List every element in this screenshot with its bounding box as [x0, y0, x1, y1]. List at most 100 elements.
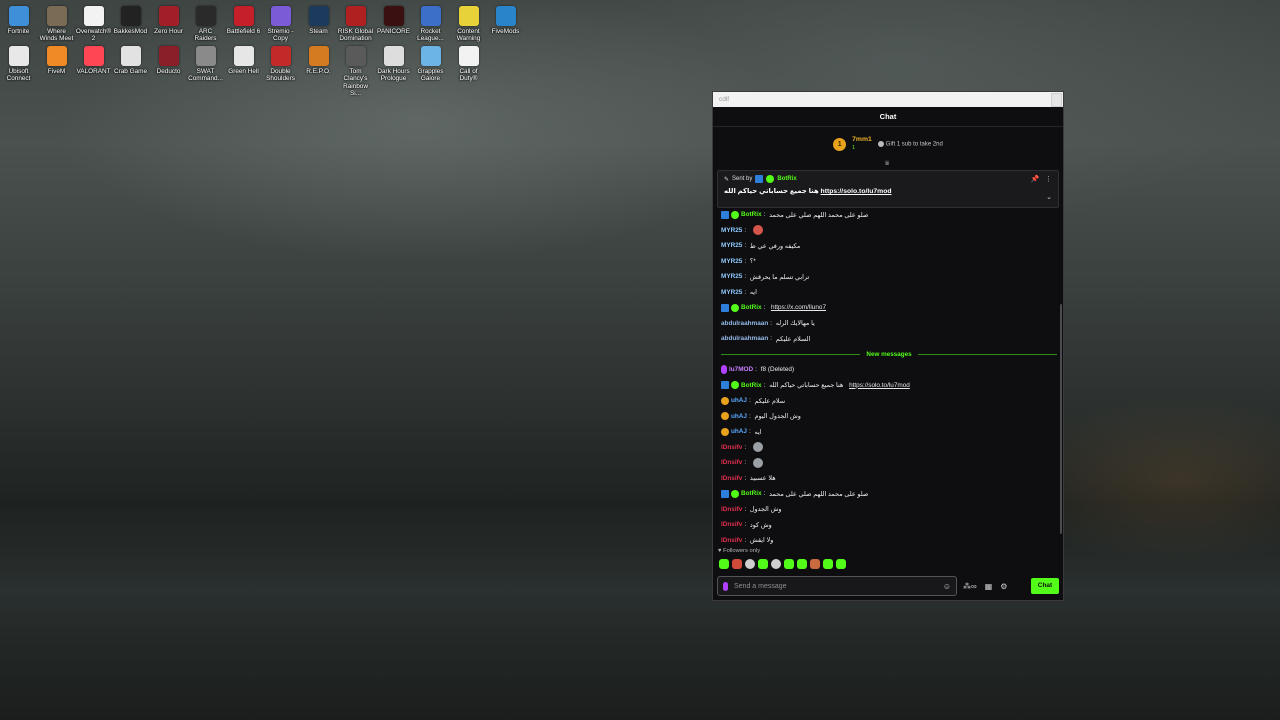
pinned-author[interactable]: BotRix: [777, 176, 796, 182]
desktop-shortcut[interactable]: PANICORE: [375, 4, 412, 35]
chat-message: lDnsifv: هلا عسبيد: [721, 474, 776, 483]
desktop-shortcut[interactable]: Content Warning: [450, 4, 487, 43]
pinned-message[interactable]: ✎ Sent by BotRix هنا جميع حساباتي حياكم …: [717, 170, 1059, 208]
desktop-shortcut[interactable]: Where Winds Meet: [38, 4, 75, 43]
shortcut-label: SWAT Command...: [188, 68, 223, 83]
pinned-options[interactable]: 📌 ⋮: [1030, 175, 1052, 183]
chat-text: ترابي تسلم ما يحرقش: [749, 273, 810, 281]
desktop-shortcut[interactable]: Deducto: [150, 44, 187, 75]
desktop-shortcut[interactable]: Grapples Galore: [412, 44, 449, 83]
desktop-shortcut[interactable]: Stremio - Copy: [262, 4, 299, 43]
window-titlebar[interactable]: cdlf: [713, 92, 1063, 107]
app-icon: [83, 6, 104, 26]
desktop-shortcut[interactable]: FiveMods: [487, 4, 524, 35]
desktop-shortcut[interactable]: Overwatch® 2: [75, 4, 112, 43]
chat-username[interactable]: BotRix: [741, 211, 762, 218]
desktop-shortcut[interactable]: Steam: [300, 4, 337, 35]
shortcut-label: PANICORE: [377, 28, 410, 35]
send-chat-button[interactable]: Chat: [1031, 578, 1059, 594]
desktop-shortcut[interactable]: Fortnite: [0, 4, 37, 35]
emote-button[interactable]: [836, 559, 846, 569]
chat-username[interactable]: MYR25: [721, 227, 742, 234]
desktop-shortcut[interactable]: Ubisoft Connect: [0, 44, 37, 83]
shortcut-label: Double Shoulders: [266, 68, 295, 83]
chat-input[interactable]: Send a message ☺: [717, 576, 957, 596]
desktop-shortcut[interactable]: RISK Global Domination: [337, 4, 374, 43]
chat-message-list[interactable]: BotRix: صلو على محمد اللهم صلي على محمد M…: [721, 207, 1057, 548]
desktop-shortcut[interactable]: SWAT Command...: [187, 44, 224, 83]
chat-username[interactable]: MYR25: [721, 242, 742, 249]
chat-username[interactable]: BotRix: [741, 382, 762, 389]
desktop-shortcut[interactable]: R.E.P.O.: [300, 44, 337, 75]
chat-message: BotRix: https://x.com/lluno7: [721, 300, 1057, 316]
app-icon: [270, 46, 291, 66]
emote-button[interactable]: [784, 559, 794, 569]
chat-username[interactable]: MYR25: [721, 258, 742, 265]
chat-username[interactable]: uhAJ: [731, 397, 747, 404]
chat-username[interactable]: lDnsifv: [721, 537, 742, 544]
chat-username[interactable]: lDnsifv: [721, 444, 742, 451]
chat-username[interactable]: uhAJ: [731, 413, 747, 420]
top-gifter[interactable]: 7mm1 1: [852, 136, 872, 152]
window-close-button[interactable]: [1051, 93, 1062, 107]
chat-username[interactable]: lDnsifv: [721, 459, 742, 466]
desktop-shortcut[interactable]: Double Shoulders: [262, 44, 299, 83]
gift-sub-prompt[interactable]: Gift 1 sub to take 2nd: [877, 140, 943, 147]
desktop-shortcut[interactable]: Zero Hour: [150, 4, 187, 35]
desktop-shortcut[interactable]: Dark Hours Prologue: [375, 44, 412, 83]
gift-icon[interactable]: ▦: [985, 582, 993, 591]
chat-input-placeholder[interactable]: Send a message: [734, 583, 937, 590]
chat-username[interactable]: MYR25: [721, 273, 742, 280]
chat-username[interactable]: BotRix: [741, 490, 762, 497]
desktop-shortcut[interactable]: BakkesMod: [112, 4, 149, 35]
chat-username[interactable]: uhAJ: [731, 428, 747, 435]
gift-leaderboard[interactable]: 1 7mm1 1 Gift 1 sub to take 2nd: [713, 127, 1063, 161]
microphone-icon[interactable]: [723, 581, 728, 591]
pinned-collapse-handle-icon[interactable]: ⩸: [885, 160, 889, 168]
kicks-icon[interactable]: ⁂∞: [963, 582, 977, 591]
chat-link[interactable]: https://solo.to/lu7mod: [849, 382, 910, 389]
chat-username[interactable]: lDnsifv: [721, 475, 742, 482]
more-options-icon[interactable]: ⋮: [1045, 176, 1052, 183]
chat-username[interactable]: lu7MOD: [729, 366, 753, 373]
desktop-shortcut[interactable]: Crab Game: [112, 44, 149, 75]
desktop-shortcut[interactable]: Rocket League...: [412, 4, 449, 43]
pinned-link[interactable]: https://solo.to/lu7mod: [821, 188, 892, 195]
quick-emote-bar[interactable]: [719, 559, 846, 569]
desktop-shortcut[interactable]: Call of Duty®: [450, 44, 487, 83]
desktop-shortcut[interactable]: VALORANT: [75, 44, 112, 75]
emote-button[interactable]: [797, 559, 807, 569]
desktop-shortcut[interactable]: Green Hell: [225, 44, 262, 75]
chat-username[interactable]: lDnsifv: [721, 521, 742, 528]
settings-gear-icon[interactable]: ⚙: [1000, 582, 1007, 591]
chat-username[interactable]: abdulraahmaan: [721, 335, 768, 342]
emote-button[interactable]: [719, 559, 729, 569]
emote-button[interactable]: [758, 559, 768, 569]
subscriber-badge-icon: [721, 396, 729, 405]
chat-username[interactable]: BotRix: [741, 304, 762, 311]
emote-button[interactable]: [823, 559, 833, 569]
kick-badge-icon: [721, 210, 729, 219]
shortcut-label: FiveMods: [491, 28, 520, 35]
pin-icon: ✎: [724, 176, 730, 183]
chevron-down-icon[interactable]: ⌄: [1046, 193, 1052, 201]
emote-button[interactable]: [810, 559, 820, 569]
emoji-picker-icon[interactable]: ☺: [943, 582, 951, 591]
desktop-shortcut[interactable]: FiveM: [38, 44, 75, 75]
emote-button[interactable]: [745, 559, 755, 569]
desktop-shortcut[interactable]: Battlefield 6: [225, 4, 262, 35]
chat-link[interactable]: https://x.com/lluno7: [771, 304, 826, 311]
emote-button[interactable]: [771, 559, 781, 569]
chat-popout-window[interactable]: cdlf Chat 1 7mm1 1 Gift 1 sub to take 2n…: [712, 91, 1064, 601]
pin-toggle-icon[interactable]: 📌: [1030, 176, 1039, 183]
chat-username[interactable]: MYR25: [721, 289, 742, 296]
emote-button[interactable]: [732, 559, 742, 569]
desktop-shortcut[interactable]: ARC Raiders: [187, 4, 224, 43]
desktop-shortcut[interactable]: Tom Clancy's Rainbow Si...: [337, 44, 374, 98]
shortcut-label: Steam: [309, 28, 328, 35]
chat-username[interactable]: abdulraahmaan: [721, 320, 768, 327]
new-messages-label: New messages: [866, 350, 912, 358]
chat-scrollbar[interactable]: [1060, 304, 1062, 534]
chat-username[interactable]: lDnsifv: [721, 506, 742, 513]
chat-message: lDnsifv:: [721, 455, 1057, 471]
